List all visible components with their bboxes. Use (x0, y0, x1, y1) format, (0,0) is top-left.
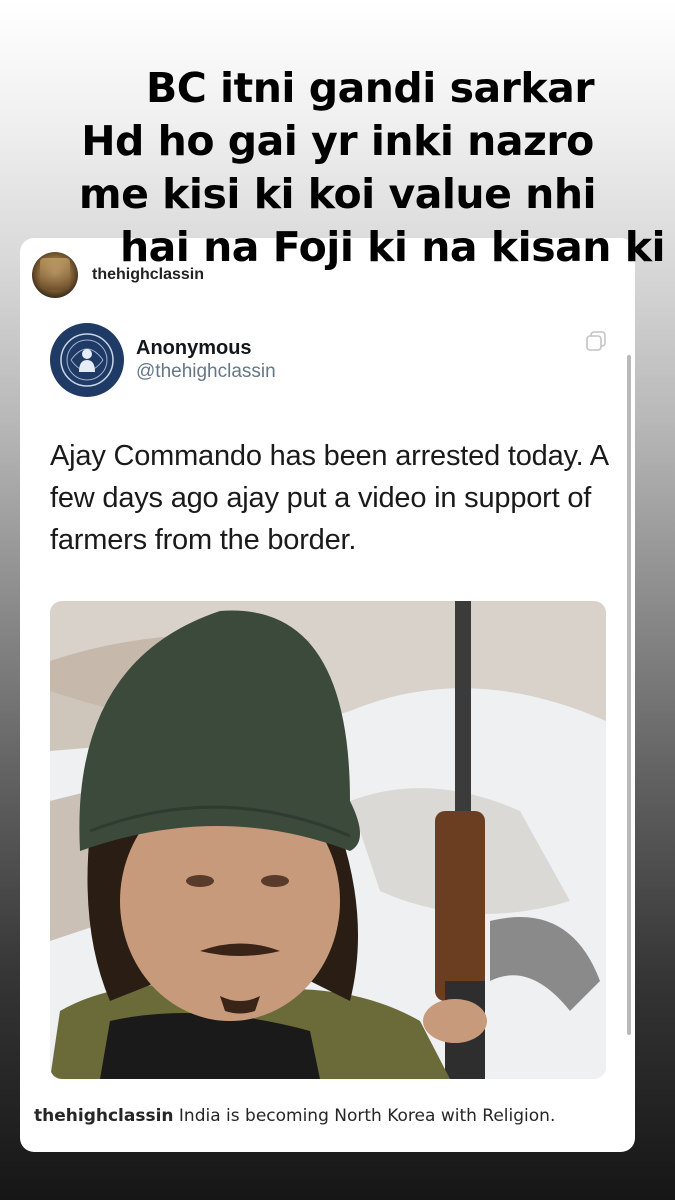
soldier-photo (50, 601, 606, 1079)
tweet-author-handle: @thehighclassin (136, 361, 276, 382)
shared-post-card[interactable]: thehighclassin Anonymous @thehighclassin (20, 238, 635, 1152)
anonymous-logo-icon (60, 333, 114, 387)
tweet-photo (50, 601, 606, 1079)
tweet-screenshot: Anonymous @thehighclassin Ajay Commando … (50, 323, 610, 561)
post-caption: thehighclassin India is becoming North K… (34, 1106, 555, 1126)
post-username[interactable]: thehighclassin (92, 266, 204, 284)
post-header[interactable]: thehighclassin (32, 250, 204, 300)
tweet-author: Anonymous @thehighclassin (50, 323, 610, 397)
overlay-line-1: BC itni gandi sarkar (145, 64, 595, 112)
tweet-avatar (50, 323, 124, 397)
tweet-text: Ajay Commando has been arrested today. A… (50, 440, 608, 556)
avatar[interactable] (32, 252, 78, 298)
scrollbar[interactable] (627, 355, 631, 1035)
caption-text: India is becoming North Korea with Relig… (178, 1106, 556, 1126)
overlay-line-3: me kisi ki koi value nhi (78, 170, 597, 218)
tweet-author-name: Anonymous (136, 337, 252, 359)
caption-username[interactable]: thehighclassin (34, 1106, 174, 1126)
overlay-line-2: Hd ho gai yr inki nazro (81, 117, 594, 165)
